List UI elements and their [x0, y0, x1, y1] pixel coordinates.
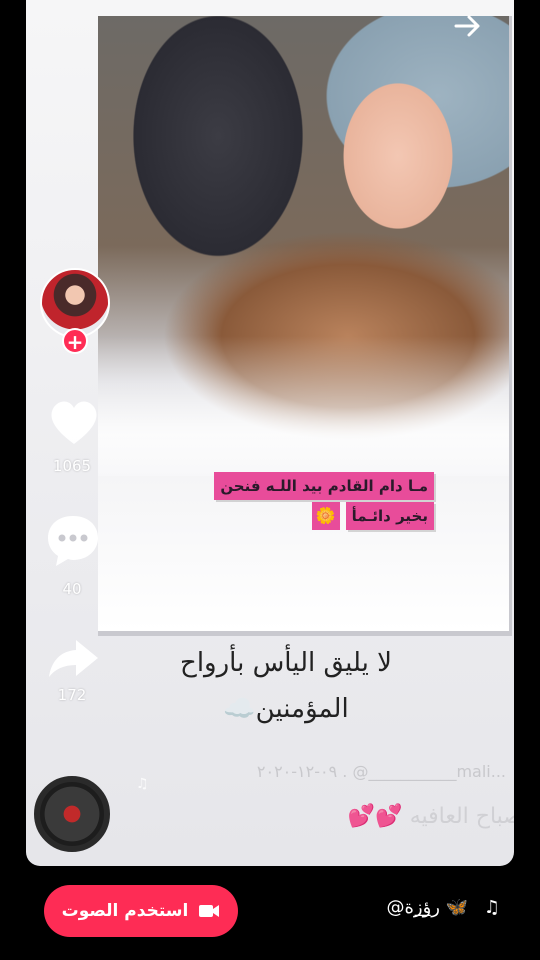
share-count: 172 [57, 686, 87, 704]
music-note-icon: ♫ [483, 897, 500, 918]
photo-frame [98, 16, 512, 636]
background-photo [98, 16, 509, 476]
hearts-emoji: 💕💕 [347, 804, 403, 829]
like-button[interactable] [46, 396, 102, 448]
arrow-right-icon[interactable] [452, 10, 484, 42]
comment-count: 40 [62, 580, 82, 598]
video-camera-icon [199, 905, 220, 917]
comment-bubble-icon [48, 516, 98, 566]
use-sound-label: استخدم الصوت [61, 901, 189, 921]
caption-line2: المؤمنين [255, 694, 349, 724]
greeting-text: صباح العافيه 💕💕 [296, 804, 514, 829]
follow-button[interactable]: + [62, 328, 88, 354]
music-disc[interactable] [34, 776, 110, 852]
overlay-quote-line1: مـا دام القادم بيد اللـه فنحن [214, 472, 434, 500]
flower-emoji: 🌼 [311, 502, 340, 530]
heart-icon [51, 401, 97, 444]
sound-name: @رؤ͟زة 🦋 [386, 897, 469, 918]
caption-line1: لا يليق اليأس بأرواح [180, 648, 392, 678]
greeting-label: صباح العافيه [409, 804, 514, 829]
share-arrow-icon [49, 640, 98, 677]
video-caption: لا يليق اليأس بأرواح المؤمنين☁️ [146, 640, 426, 732]
author-watermark: ٠٩-١٢-٢٠٢٠ . @___________mali... [256, 762, 506, 781]
cloud-emoji: ☁️ [223, 694, 256, 724]
use-sound-button[interactable]: استخدم الصوت [44, 885, 238, 937]
share-button[interactable] [46, 636, 100, 680]
like-count: 1065 [52, 457, 92, 475]
music-note-icon: ♫ [136, 776, 149, 792]
overlay-quote: مـا دام القادم بيد اللـه فنحن بخير دائـم… [168, 472, 434, 532]
sound-title[interactable]: @رؤ͟زة 🦋 ♫ [330, 897, 500, 918]
overlay-quote-line2: بخير دائـمأ [345, 502, 434, 530]
comment-button[interactable] [44, 512, 102, 568]
